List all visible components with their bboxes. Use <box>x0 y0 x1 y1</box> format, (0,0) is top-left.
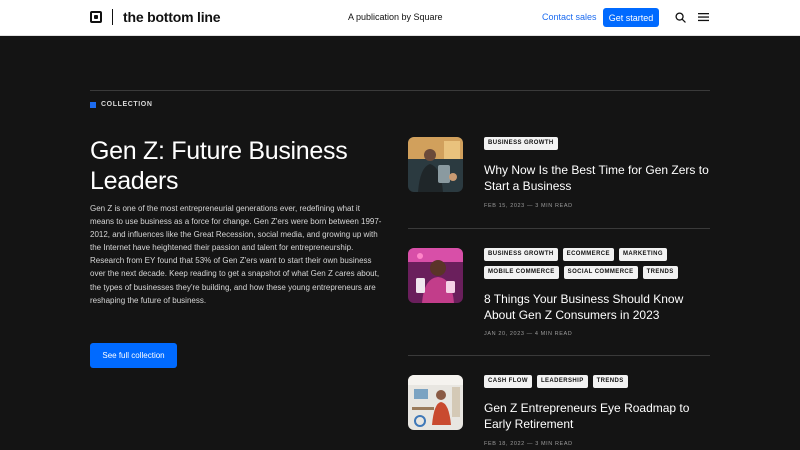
article-title[interactable]: 8 Things Your Business Should Know About… <box>484 291 710 323</box>
contact-sales-link[interactable]: Contact sales <box>542 12 597 22</box>
article-body: BUSINESS GROWTH ECOMMERCE MARKETING MOBI… <box>484 248 710 323</box>
menu-icon[interactable] <box>698 12 709 22</box>
article-meta: FEB 18, 2022 — 3 MIN READ <box>484 441 573 447</box>
tag[interactable]: MARKETING <box>618 248 667 261</box>
article-thumbnail[interactable] <box>408 137 463 192</box>
collection-label: COLLECTION <box>90 101 153 108</box>
article-body: BUSINESS GROWTH Why Now Is the Best Time… <box>484 137 710 194</box>
tag-list: BUSINESS GROWTH <box>484 137 710 150</box>
see-full-collection-button[interactable]: See full collection <box>90 343 177 368</box>
tag[interactable]: MOBILE COMMERCE <box>484 266 559 279</box>
search-icon[interactable] <box>675 12 686 23</box>
tag[interactable]: CASH FLOW <box>484 375 532 388</box>
tag[interactable]: ECOMMERCE <box>562 248 614 261</box>
tag[interactable]: LEADERSHIP <box>536 375 588 388</box>
article-thumbnail[interactable] <box>408 375 463 430</box>
tag-list: CASH FLOW LEADERSHIP TRENDS <box>484 375 710 388</box>
collection-title: Gen Z: Future Business Leaders <box>90 137 348 195</box>
section-divider <box>90 90 710 91</box>
article-title[interactable]: Gen Z Entrepreneurs Eye Roadmap to Early… <box>484 400 710 432</box>
article-meta: JAN 20, 2023 — 4 MIN READ <box>484 331 573 337</box>
article-meta: FEB 15, 2023 — 3 MIN READ <box>484 203 573 209</box>
tag[interactable]: TRENDS <box>592 375 628 388</box>
article-body: CASH FLOW LEADERSHIP TRENDS Gen Z Entrep… <box>484 375 710 432</box>
collection-description: Gen Z is one of the most entrepreneurial… <box>90 204 382 305</box>
publication-tagline: A publication by Square <box>348 12 443 22</box>
tag[interactable]: SOCIAL COMMERCE <box>563 266 638 279</box>
collection-label-text: COLLECTION <box>101 101 153 108</box>
article-divider <box>408 355 710 356</box>
article-title[interactable]: Why Now Is the Best Time for Gen Zers to… <box>484 162 710 194</box>
tag[interactable]: BUSINESS GROWTH <box>484 248 558 261</box>
get-started-button[interactable]: Get started <box>603 8 659 27</box>
article-divider <box>408 228 710 229</box>
brand-divider <box>112 9 113 25</box>
brand-logo-link[interactable]: the bottom line <box>90 9 221 25</box>
collection-square-icon <box>90 101 96 108</box>
article-thumbnail[interactable] <box>408 248 463 303</box>
tag-list: BUSINESS GROWTH ECOMMERCE MARKETING MOBI… <box>484 248 684 279</box>
top-navigation-bar: the bottom line A publication by Square … <box>0 0 800 36</box>
tag[interactable]: TRENDS <box>642 266 678 279</box>
brand-name: the bottom line <box>123 9 221 25</box>
square-logo-icon <box>90 11 102 23</box>
tag[interactable]: BUSINESS GROWTH <box>484 137 558 150</box>
